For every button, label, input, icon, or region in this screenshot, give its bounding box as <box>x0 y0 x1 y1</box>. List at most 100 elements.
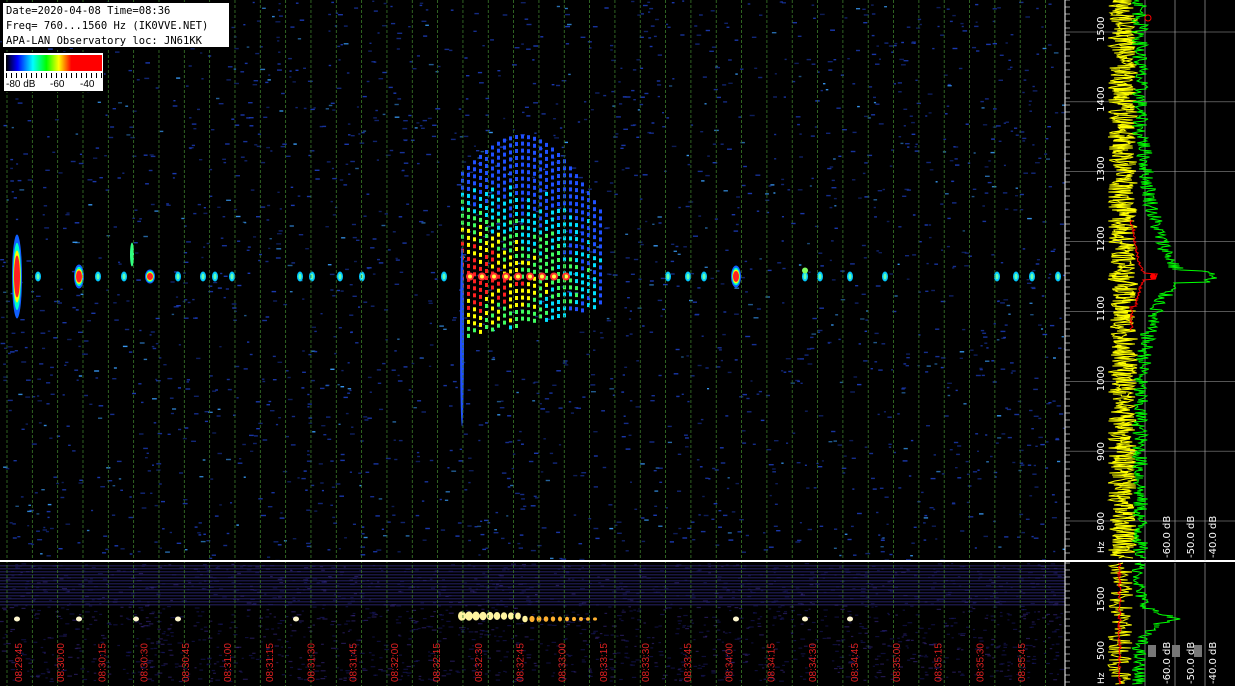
noise-speck <box>506 515 509 517</box>
noise-speck <box>246 117 251 119</box>
lower-noise <box>102 578 108 580</box>
noise-speck <box>740 68 744 70</box>
lower-noise <box>820 619 824 621</box>
noise-speck <box>155 378 158 381</box>
lower-noise <box>414 569 419 571</box>
meteor-event-cell <box>473 230 476 235</box>
noise-speck <box>193 395 199 397</box>
lower-noise <box>76 644 80 646</box>
meteor-event-cell <box>479 154 482 159</box>
noise-speck <box>833 547 837 549</box>
lower-noise <box>831 660 835 662</box>
noise-speck <box>161 500 165 503</box>
noise-speck <box>488 289 492 291</box>
lower-noise <box>503 670 506 672</box>
meteor-event-cell <box>521 260 524 265</box>
lower-noise <box>701 665 705 667</box>
lower-noise <box>507 625 512 627</box>
noise-speck <box>43 526 46 529</box>
lower-noise <box>616 635 619 637</box>
lower-noise <box>494 587 498 589</box>
lower-noise <box>297 599 300 602</box>
lower-noise <box>420 679 425 681</box>
carrier-ping-core <box>686 273 690 280</box>
meteor-event-cell <box>569 306 572 311</box>
lower-noise <box>612 653 617 655</box>
noise-speck <box>768 546 774 548</box>
lower-noise <box>91 616 95 618</box>
color-scale-bar <box>6 55 102 71</box>
lower-noise <box>1055 655 1059 657</box>
noise-speck <box>1010 66 1013 68</box>
noise-speck <box>644 519 649 521</box>
noise-speck <box>439 498 442 501</box>
noise-speck <box>816 462 819 465</box>
meteor-event-cell <box>521 253 524 258</box>
noise-speck <box>781 240 784 242</box>
meteor-event-cell <box>485 220 488 224</box>
lower-noise <box>629 664 633 666</box>
lower-noise <box>1037 611 1041 613</box>
info-line-observatory: APA-LAN Observatory loc: JN61KK <box>6 35 202 47</box>
noise-speck <box>567 23 572 26</box>
lower-noise <box>872 665 875 667</box>
noise-speck <box>382 113 386 116</box>
lower-noise <box>514 635 518 637</box>
noise-speck <box>498 75 501 77</box>
noise-speck <box>143 447 148 450</box>
noise-speck <box>532 400 536 402</box>
lower-noise <box>40 673 46 675</box>
lower-noise <box>277 578 283 580</box>
lower-noise <box>495 674 500 676</box>
noise-speck <box>728 59 732 61</box>
noise-speck <box>1029 302 1033 304</box>
lower-noise <box>4 633 8 636</box>
noise-speck <box>122 172 125 174</box>
lower-noise <box>1059 668 1065 671</box>
lower-noise <box>1007 661 1011 663</box>
lower-noise <box>628 606 631 608</box>
noise-speck <box>621 144 626 147</box>
noise-speck <box>586 353 590 356</box>
meteor-event-cell <box>539 314 542 319</box>
noise-speck <box>21 361 27 363</box>
noise-speck <box>233 68 237 70</box>
noise-speck <box>214 515 219 517</box>
lower-noise <box>790 618 795 621</box>
lower-noise <box>946 633 950 635</box>
noise-speck <box>461 161 467 163</box>
noise-speck <box>806 487 810 489</box>
lower-noise <box>616 587 620 589</box>
noise-speck <box>736 196 740 198</box>
lower-noise <box>30 668 33 670</box>
noise-speck <box>244 314 247 317</box>
lower-noise <box>505 671 508 673</box>
lower-noise <box>134 621 140 623</box>
meteor-event-cell <box>479 266 482 271</box>
lower-noise <box>661 678 666 680</box>
noise-speck <box>747 192 753 195</box>
lower-noise <box>271 628 275 630</box>
noise-speck <box>397 32 403 34</box>
noise-speck <box>850 263 855 265</box>
lower-noise <box>194 667 197 669</box>
lower-noise <box>729 609 732 612</box>
lower-noise <box>874 675 877 678</box>
meteor-event-cell <box>581 217 584 222</box>
noise-speck <box>1027 444 1032 446</box>
noise-speck <box>397 374 400 377</box>
lower-freq-tick-label: 1500 <box>1096 587 1107 612</box>
lower-event <box>515 612 521 620</box>
lower-haze <box>0 586 1065 588</box>
noise-speck <box>266 219 270 221</box>
lower-noise <box>168 676 172 678</box>
noise-speck <box>345 412 349 415</box>
lower-noise <box>875 677 878 679</box>
lower-noise <box>33 614 36 616</box>
noise-speck <box>745 534 749 537</box>
lower-noise <box>734 638 740 640</box>
lower-noise <box>773 616 777 618</box>
lower-noise <box>235 646 239 649</box>
meteor-event-cell <box>527 205 530 210</box>
noise-speck <box>410 139 415 141</box>
